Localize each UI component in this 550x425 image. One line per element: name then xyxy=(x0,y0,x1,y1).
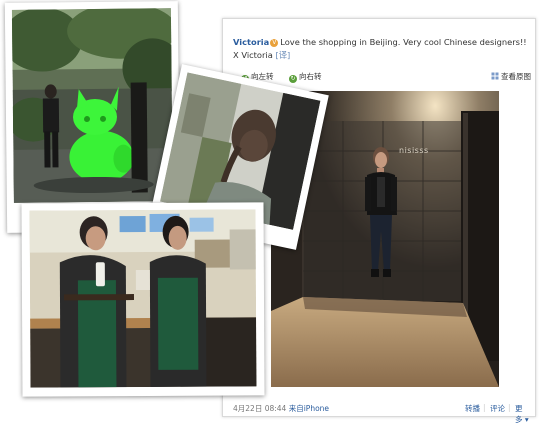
view-original-button[interactable]: 查看原图 xyxy=(491,71,531,82)
post-date: 4月22日 08:44 xyxy=(233,404,287,413)
translate-link[interactable]: [译] xyxy=(275,50,290,60)
verified-badge-icon: V xyxy=(270,39,279,47)
post-source[interactable]: 来自iPhone xyxy=(289,404,329,413)
footer-divider: | xyxy=(508,403,511,412)
image-toolbar: ↺向左转 ↻向右转 查看原图 xyxy=(233,70,531,84)
more-link[interactable]: 更多 ▾ xyxy=(515,403,529,425)
rotate-right-button[interactable]: ↻ 向右转 xyxy=(289,71,322,83)
view-original-icon xyxy=(491,72,499,80)
rotate-right-icon: ↻ xyxy=(289,75,297,83)
post-footer: 4月22日 08:44 来自iPhone 转播 | 评论 | 更多 ▾ xyxy=(233,403,529,424)
photo-coffee-shop[interactable] xyxy=(21,202,265,397)
comment-link[interactable]: 评论 xyxy=(490,403,505,414)
chevron-down-icon: ▾ xyxy=(522,415,529,424)
footer-divider: | xyxy=(483,403,486,412)
author-name[interactable]: Victoria xyxy=(233,37,269,47)
post-text: Victoria V Love the shopping in Beijing. V… xyxy=(233,36,528,62)
repost-link[interactable]: 转播 xyxy=(465,403,480,414)
shop-sign: nisisss xyxy=(399,146,429,155)
